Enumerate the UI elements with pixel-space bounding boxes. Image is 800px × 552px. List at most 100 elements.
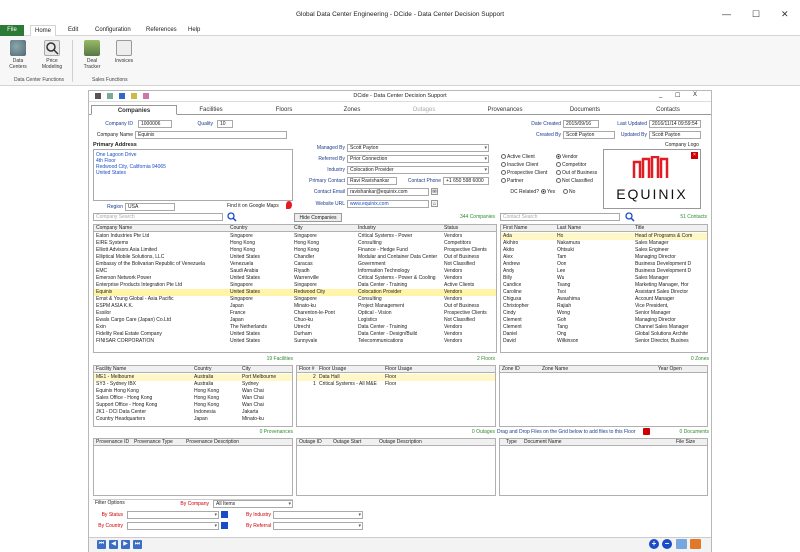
- floors-grid[interactable]: Floor # Floor Usage Floor Usage 2 Data Ha…: [296, 365, 496, 427]
- col-city[interactable]: City: [294, 225, 303, 231]
- map-pin-icon[interactable]: [286, 201, 292, 209]
- contacts-row[interactable]: Clement Goh Managing Director: [501, 317, 707, 324]
- managed-by-select[interactable]: Scott Payton: [347, 144, 489, 152]
- facilities-row[interactable]: Country Headquarters Japan Minato-ku: [94, 416, 292, 423]
- edit-icon[interactable]: [676, 539, 687, 549]
- companies-row[interactable]: Exin The Netherlands Utrecht Data Center - …: [94, 324, 496, 331]
- maximize-button[interactable]: ☐: [752, 9, 760, 20]
- col-country[interactable]: Country: [230, 225, 248, 231]
- referred-by-select[interactable]: Prior Connection: [347, 155, 489, 163]
- contacts-row[interactable]: Chigusa Awashima Account Manager: [501, 296, 707, 303]
- companies-row[interactable]: Essilor France Charenton-le-Pont Optical - …: [94, 310, 496, 317]
- companies-row[interactable]: Fidelity Real Estate Company United State…: [94, 331, 496, 338]
- contacts-row[interactable]: Akihiro Nakamura Sales Manager: [501, 240, 707, 247]
- by-referral-select[interactable]: [273, 522, 363, 530]
- col-outage-id[interactable]: Outage ID: [299, 439, 322, 445]
- web-button[interactable]: ⌂: [431, 200, 438, 207]
- radio-out-of-business[interactable]: Out of Business: [556, 170, 597, 176]
- contacts-row[interactable]: Ada Ho Head of Programs & Com: [501, 233, 707, 240]
- by-country-select[interactable]: [127, 522, 219, 530]
- col-last-name[interactable]: Last Name: [557, 225, 581, 231]
- contacts-row[interactable]: Andy Lee Business Development D: [501, 268, 707, 275]
- col-floor-number[interactable]: Floor #: [299, 366, 315, 372]
- company-search-input[interactable]: Company Search: [93, 213, 223, 221]
- previous-record-icon[interactable]: ◀: [109, 540, 118, 549]
- radio-dc-no[interactable]: No: [563, 189, 575, 195]
- region-field[interactable]: USA: [125, 203, 175, 211]
- contacts-row[interactable]: Akito Ohtsuki Sales Engineer: [501, 247, 707, 254]
- google-maps-link[interactable]: Find it on Google Maps: [227, 203, 279, 209]
- company-logo[interactable]: × EQUINIX: [603, 149, 701, 209]
- col-doc-size[interactable]: File Size: [676, 439, 695, 445]
- floors-row[interactable]: 1 Critical Systems - All M&E Floor: [297, 381, 495, 388]
- tab-provenances[interactable]: Provenances: [467, 105, 543, 115]
- companies-row[interactable]: ESPM ASIA K.K. Japan Minato-ku Project Mana…: [94, 303, 496, 310]
- email-button[interactable]: ✉: [431, 188, 438, 195]
- inner-close-button[interactable]: X: [693, 92, 697, 98]
- col-company-name[interactable]: Company Name: [96, 225, 132, 231]
- tab-file[interactable]: File: [0, 25, 24, 36]
- contacts-row[interactable]: Clement Tang Channel Sales Manager: [501, 324, 707, 331]
- col-title[interactable]: Title: [635, 225, 644, 231]
- radio-prospective-client[interactable]: Prospective Client: [501, 170, 547, 176]
- zones-grid[interactable]: Zone ID Zone Name Year Open: [499, 365, 708, 427]
- col-doc-type[interactable]: Type: [506, 439, 517, 445]
- data-centers-button[interactable]: Data Centers: [4, 40, 32, 70]
- col-doc-name[interactable]: Document Name: [524, 439, 562, 445]
- country-filter-button[interactable]: [221, 522, 228, 529]
- industry-select[interactable]: Colocation Provider: [347, 166, 489, 174]
- by-company-select[interactable]: All Items: [213, 500, 293, 508]
- col-facility-country[interactable]: Country: [194, 366, 212, 372]
- col-first-name[interactable]: First Name: [503, 225, 527, 231]
- radio-not-classified[interactable]: Not Classified: [556, 178, 593, 184]
- col-zone-name[interactable]: Zone Name: [542, 366, 568, 372]
- contacts-row[interactable]: Christopher Rajiah Vice President,: [501, 303, 707, 310]
- companies-row[interactable]: EMC Saudi Arabia Riyadh Information Technol…: [94, 268, 496, 275]
- invoices-button[interactable]: Invoices: [110, 40, 138, 64]
- minimize-button[interactable]: —: [722, 9, 731, 19]
- status-filter-button[interactable]: [221, 511, 228, 518]
- facilities-row[interactable]: JK1 - DCI Data Center Indonesia Jakarta: [94, 409, 292, 416]
- quality-field[interactable]: 10: [217, 120, 233, 128]
- tab-facilities[interactable]: Facilities: [177, 105, 245, 115]
- tab-documents[interactable]: Documents: [543, 105, 627, 115]
- tab-companies[interactable]: Companies: [91, 105, 177, 115]
- inner-minimize-button[interactable]: _: [659, 92, 662, 98]
- close-button[interactable]: ✕: [781, 9, 789, 20]
- radio-active-client[interactable]: Active Client: [501, 154, 535, 160]
- contacts-row[interactable]: Cindy Wong Senior Manager: [501, 310, 707, 317]
- companies-row[interactable]: Eaton Industries Pte Ltd Singapore Singapo…: [94, 233, 496, 240]
- by-status-select[interactable]: [127, 511, 219, 519]
- company-id-field[interactable]: 1000006: [138, 120, 172, 128]
- col-floor-usage[interactable]: Floor Usage: [319, 366, 346, 372]
- contacts-grid[interactable]: First Name Last Name Title Ada Ho Head of …: [500, 224, 708, 353]
- tab-contacts[interactable]: Contacts: [627, 105, 709, 115]
- contact-email-field[interactable]: ravishankar@equinix.com: [347, 188, 429, 196]
- next-record-icon[interactable]: ▶: [121, 540, 130, 549]
- col-provenance-description[interactable]: Provenance Description: [186, 439, 239, 445]
- contacts-row[interactable]: Alex Tam Managing Director: [501, 254, 707, 261]
- col-facility-city[interactable]: City: [242, 366, 251, 372]
- facilities-grid[interactable]: Facility Name Country City ME1 - Melbour…: [93, 365, 293, 427]
- col-zone-id[interactable]: Zone ID: [502, 366, 520, 372]
- companies-grid[interactable]: Company Name Country City Industry Statu…: [93, 224, 497, 353]
- radio-dc-yes[interactable]: Yes: [541, 189, 555, 195]
- col-facility-name[interactable]: Facility Name: [96, 366, 126, 372]
- facilities-row[interactable]: Support Office - Hong Kong Hong Kong Wan C…: [94, 402, 292, 409]
- col-provenance-type[interactable]: Provenance Type: [134, 439, 173, 445]
- floors-row[interactable]: 2 Data Hall Floor: [297, 374, 495, 381]
- search-icon[interactable]: [227, 212, 237, 222]
- companies-row[interactable]: Ewals Cargo Care (Japan) Co.Ltd Japan Chuo…: [94, 317, 496, 324]
- hide-companies-button[interactable]: Hide Companies: [294, 213, 342, 222]
- radio-competitor[interactable]: Competitor: [556, 162, 586, 168]
- col-outage-description[interactable]: Outage Description: [379, 439, 422, 445]
- contacts-row[interactable]: Candice Tsang Marketing Manager, Hor: [501, 282, 707, 289]
- website-field[interactable]: www.equinix.com: [347, 200, 429, 208]
- pencil-icon[interactable]: [690, 539, 701, 549]
- contact-phone-field[interactable]: +1 650 598 6000: [443, 177, 489, 185]
- tab-home[interactable]: Home: [30, 25, 57, 36]
- col-floor-usage-2[interactable]: Floor Usage: [385, 366, 412, 372]
- contacts-row[interactable]: Daniel Ong Global Solutions Archite: [501, 331, 707, 338]
- contacts-row[interactable]: Billy Wu Sales Manager: [501, 275, 707, 282]
- contact-search-icon[interactable]: [625, 212, 635, 222]
